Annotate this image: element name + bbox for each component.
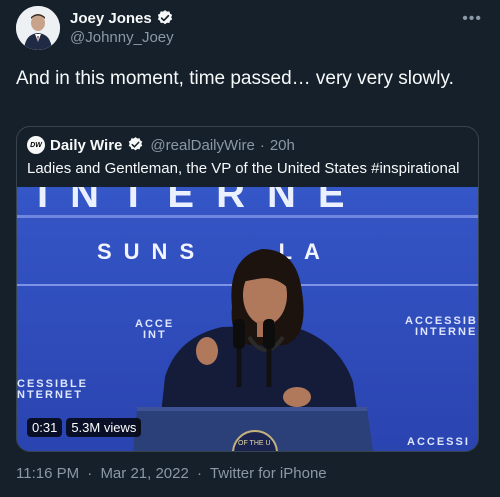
backdrop-left-text-2: INT [143, 329, 167, 341]
more-icon[interactable]: ••• [462, 10, 482, 28]
author-name-text: Joey Jones [70, 9, 152, 27]
video-frame: INTERNE SUNS LA ACCE INT ACCESSIB INTERN… [17, 187, 478, 451]
backdrop-city-text: SUNS LA [97, 239, 332, 264]
tweet-text: And in this moment, time passed… very ve… [16, 68, 454, 89]
video-duration: 0:31 [27, 418, 63, 437]
tweet-source[interactable]: Twitter for iPhone [210, 465, 327, 482]
meta-separator-2: · [197, 465, 202, 482]
avatar-image [16, 6, 60, 50]
quoted-tweet-text: Ladies and Gentleman, the VP of the Unit… [27, 160, 460, 177]
quoted-author-name[interactable]: Daily Wire [50, 137, 122, 154]
quoted-timestamp[interactable]: 20h [270, 137, 295, 154]
podium-seal-text: OF THE U [238, 440, 271, 447]
author-display-name[interactable]: Joey Jones [70, 9, 174, 27]
backdrop-bottom-right-text: ACCESSI [407, 436, 470, 448]
tweet-time[interactable]: 11:16 PM [16, 465, 79, 482]
backdrop-right-text-2: INTERNE [415, 326, 477, 338]
quoted-avatar[interactable]: DW [27, 136, 45, 154]
quoted-author-handle[interactable]: @realDailyWire [150, 137, 254, 154]
video-player[interactable]: INTERNE SUNS LA ACCE INT ACCESSIB INTERN… [17, 187, 478, 451]
author-handle[interactable]: @Johnny_Joey [70, 29, 174, 46]
meta-separator: · [87, 465, 93, 482]
quoted-tweet-header: DW Daily Wire @realDailyWire · 20h [27, 136, 295, 154]
video-views: 5.3M views [66, 418, 142, 437]
quoted-tweet-card[interactable]: DW Daily Wire @realDailyWire · 20h Ladie… [16, 126, 479, 452]
quoted-verified-badge-icon [127, 136, 145, 154]
avatar[interactable] [16, 6, 60, 50]
backdrop-top-text: INTERNE [37, 187, 367, 216]
tweet-metadata: 11:16 PM · Mar 21, 2022 · Twitter for iP… [16, 465, 331, 482]
verified-badge-icon [156, 9, 174, 27]
dot-separator: · [259, 136, 265, 154]
tweet: Joey Jones @Johnny_Joey ••• And in this … [0, 0, 500, 497]
tweet-date[interactable]: Mar 21, 2022 [100, 465, 188, 482]
video-badges: 0:31 5.3M views [27, 418, 142, 437]
backdrop-bottom-left-text-2: NTERNET [17, 389, 83, 401]
